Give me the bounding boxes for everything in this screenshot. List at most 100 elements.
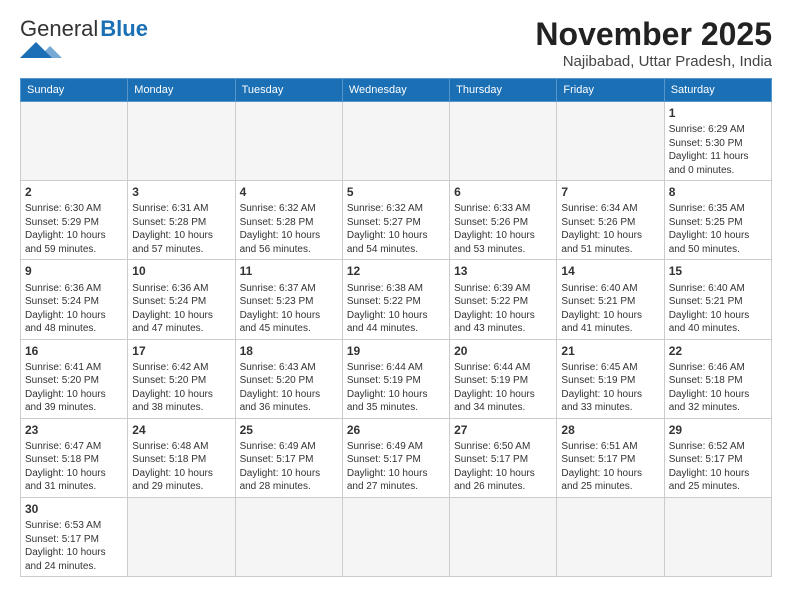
day-number: 11: [240, 263, 338, 279]
day-info: Sunrise: 6:50 AM Sunset: 5:17 PM Dayligh…: [454, 440, 552, 494]
day-number: 23: [25, 422, 123, 438]
day-info: Sunrise: 6:49 AM Sunset: 5:17 PM Dayligh…: [240, 440, 338, 494]
month-title: November 2025: [535, 16, 772, 53]
calendar-day: [128, 497, 235, 576]
calendar-day: 23 Sunrise: 6:47 AM Sunset: 5:18 PM Dayli…: [21, 418, 128, 497]
calendar-day: 17Sunrise: 6:42 AM Sunset: 5:20 PM Dayli…: [128, 339, 235, 418]
calendar-day: 29Sunrise: 6:52 AM Sunset: 5:17 PM Dayli…: [664, 418, 771, 497]
calendar-day: [21, 102, 128, 181]
day-number: 4: [240, 184, 338, 200]
calendar-week-5: 23 Sunrise: 6:47 AM Sunset: 5:18 PM Dayli…: [21, 418, 772, 497]
day-number: 12: [347, 263, 445, 279]
calendar-day: 3 Sunrise: 6:31 AM Sunset: 5:28 PM Daylig…: [128, 181, 235, 260]
calendar-day: [557, 102, 664, 181]
calendar-week-6: 30 Sunrise: 6:53 AM Sunset: 5:17 PM Dayli…: [21, 497, 772, 576]
calendar-day: 24Sunrise: 6:48 AM Sunset: 5:18 PM Dayli…: [128, 418, 235, 497]
calendar-day: [664, 497, 771, 576]
calendar-day: 2 Sunrise: 6:30 AM Sunset: 5:29 PM Daylig…: [21, 181, 128, 260]
day-number: 20: [454, 343, 552, 359]
day-info: Sunrise: 6:38 AM Sunset: 5:22 PM Dayligh…: [347, 282, 445, 336]
day-info: Sunrise: 6:42 AM Sunset: 5:20 PM Dayligh…: [132, 361, 230, 415]
calendar-day: 20 Sunrise: 6:44 AM Sunset: 5:19 PM Dayli…: [450, 339, 557, 418]
day-number: 14: [561, 263, 659, 279]
day-info: Sunrise: 6:36 AM Sunset: 5:24 PM Dayligh…: [132, 282, 230, 336]
day-info: Sunrise: 6:46 AM Sunset: 5:18 PM Dayligh…: [669, 361, 767, 415]
calendar-day: 18 Sunrise: 6:43 AM Sunset: 5:20 PM Dayli…: [235, 339, 342, 418]
day-info: Sunrise: 6:41 AM Sunset: 5:20 PM Dayligh…: [25, 361, 123, 415]
day-info: Sunrise: 6:48 AM Sunset: 5:18 PM Dayligh…: [132, 440, 230, 494]
day-info: Sunrise: 6:31 AM Sunset: 5:28 PM Dayligh…: [132, 202, 230, 256]
calendar-week-1: 1Sunrise: 6:29 AM Sunset: 5:30 PM Daylig…: [21, 102, 772, 181]
day-info: Sunrise: 6:51 AM Sunset: 5:17 PM Dayligh…: [561, 440, 659, 494]
calendar-day: 12 Sunrise: 6:38 AM Sunset: 5:22 PM Dayli…: [342, 260, 449, 339]
day-info: Sunrise: 6:47 AM Sunset: 5:18 PM Dayligh…: [25, 440, 123, 494]
calendar-day: 19Sunrise: 6:44 AM Sunset: 5:19 PM Dayli…: [342, 339, 449, 418]
calendar-day: 4 Sunrise: 6:32 AM Sunset: 5:28 PM Daylig…: [235, 181, 342, 260]
calendar-week-3: 9 Sunrise: 6:36 AM Sunset: 5:24 PM Daylig…: [21, 260, 772, 339]
day-info: Sunrise: 6:32 AM Sunset: 5:27 PM Dayligh…: [347, 202, 445, 256]
logo-general: General: [20, 16, 98, 42]
day-number: 9: [25, 263, 123, 279]
day-info: Sunrise: 6:40 AM Sunset: 5:21 PM Dayligh…: [669, 282, 767, 336]
calendar-day: 10Sunrise: 6:36 AM Sunset: 5:24 PM Dayli…: [128, 260, 235, 339]
calendar-day: 30 Sunrise: 6:53 AM Sunset: 5:17 PM Dayli…: [21, 497, 128, 576]
day-header-saturday: Saturday: [664, 79, 771, 102]
calendar-day: 22 Sunrise: 6:46 AM Sunset: 5:18 PM Dayli…: [664, 339, 771, 418]
calendar-day: [235, 102, 342, 181]
day-info: Sunrise: 6:34 AM Sunset: 5:26 PM Dayligh…: [561, 202, 659, 256]
day-number: 8: [669, 184, 767, 200]
calendar-day: 13 Sunrise: 6:39 AM Sunset: 5:22 PM Dayli…: [450, 260, 557, 339]
calendar-day: 28 Sunrise: 6:51 AM Sunset: 5:17 PM Dayli…: [557, 418, 664, 497]
calendar-day: [342, 497, 449, 576]
calendar-day: [128, 102, 235, 181]
location: Najibabad, Uttar Pradesh, India: [535, 53, 772, 70]
calendar-day: 11 Sunrise: 6:37 AM Sunset: 5:23 PM Dayli…: [235, 260, 342, 339]
day-info: Sunrise: 6:44 AM Sunset: 5:19 PM Dayligh…: [454, 361, 552, 415]
day-number: 29: [669, 422, 767, 438]
day-info: Sunrise: 6:53 AM Sunset: 5:17 PM Dayligh…: [25, 519, 123, 573]
day-number: 6: [454, 184, 552, 200]
calendar-day: [450, 497, 557, 576]
calendar-day: 27 Sunrise: 6:50 AM Sunset: 5:17 PM Dayli…: [450, 418, 557, 497]
day-number: 13: [454, 263, 552, 279]
calendar-day: [235, 497, 342, 576]
day-header-sunday: Sunday: [21, 79, 128, 102]
day-info: Sunrise: 6:37 AM Sunset: 5:23 PM Dayligh…: [240, 282, 338, 336]
day-number: 27: [454, 422, 552, 438]
day-info: Sunrise: 6:29 AM Sunset: 5:30 PM Dayligh…: [669, 123, 767, 177]
day-info: Sunrise: 6:43 AM Sunset: 5:20 PM Dayligh…: [240, 361, 338, 415]
day-number: 30: [25, 501, 123, 517]
day-info: Sunrise: 6:49 AM Sunset: 5:17 PM Dayligh…: [347, 440, 445, 494]
day-number: 22: [669, 343, 767, 359]
day-number: 2: [25, 184, 123, 200]
day-header-wednesday: Wednesday: [342, 79, 449, 102]
calendar-table: SundayMondayTuesdayWednesdayThursdayFrid…: [20, 78, 772, 577]
day-number: 3: [132, 184, 230, 200]
title-block: November 2025 Najibabad, Uttar Pradesh, …: [535, 16, 772, 70]
day-info: Sunrise: 6:30 AM Sunset: 5:29 PM Dayligh…: [25, 202, 123, 256]
calendar-day: 15Sunrise: 6:40 AM Sunset: 5:21 PM Dayli…: [664, 260, 771, 339]
day-number: 16: [25, 343, 123, 359]
day-header-tuesday: Tuesday: [235, 79, 342, 102]
calendar-day: 26 Sunrise: 6:49 AM Sunset: 5:17 PM Dayli…: [342, 418, 449, 497]
calendar-day: 21Sunrise: 6:45 AM Sunset: 5:19 PM Dayli…: [557, 339, 664, 418]
calendar-day: 1Sunrise: 6:29 AM Sunset: 5:30 PM Daylig…: [664, 102, 771, 181]
calendar-day: 16 Sunrise: 6:41 AM Sunset: 5:20 PM Dayli…: [21, 339, 128, 418]
day-number: 26: [347, 422, 445, 438]
day-header-thursday: Thursday: [450, 79, 557, 102]
day-number: 21: [561, 343, 659, 359]
page-header: General Blue November 2025 Najibabad, Ut…: [20, 16, 772, 70]
calendar-day: [450, 102, 557, 181]
calendar-week-2: 2 Sunrise: 6:30 AM Sunset: 5:29 PM Daylig…: [21, 181, 772, 260]
logo-icon: [20, 42, 64, 58]
day-info: Sunrise: 6:32 AM Sunset: 5:28 PM Dayligh…: [240, 202, 338, 256]
day-info: Sunrise: 6:35 AM Sunset: 5:25 PM Dayligh…: [669, 202, 767, 256]
calendar-day: 6Sunrise: 6:33 AM Sunset: 5:26 PM Daylig…: [450, 181, 557, 260]
calendar-day: 9Sunrise: 6:36 AM Sunset: 5:24 PM Daylig…: [21, 260, 128, 339]
day-number: 28: [561, 422, 659, 438]
day-number: 18: [240, 343, 338, 359]
day-header-monday: Monday: [128, 79, 235, 102]
calendar-day: 8 Sunrise: 6:35 AM Sunset: 5:25 PM Daylig…: [664, 181, 771, 260]
day-number: 7: [561, 184, 659, 200]
day-info: Sunrise: 6:39 AM Sunset: 5:22 PM Dayligh…: [454, 282, 552, 336]
